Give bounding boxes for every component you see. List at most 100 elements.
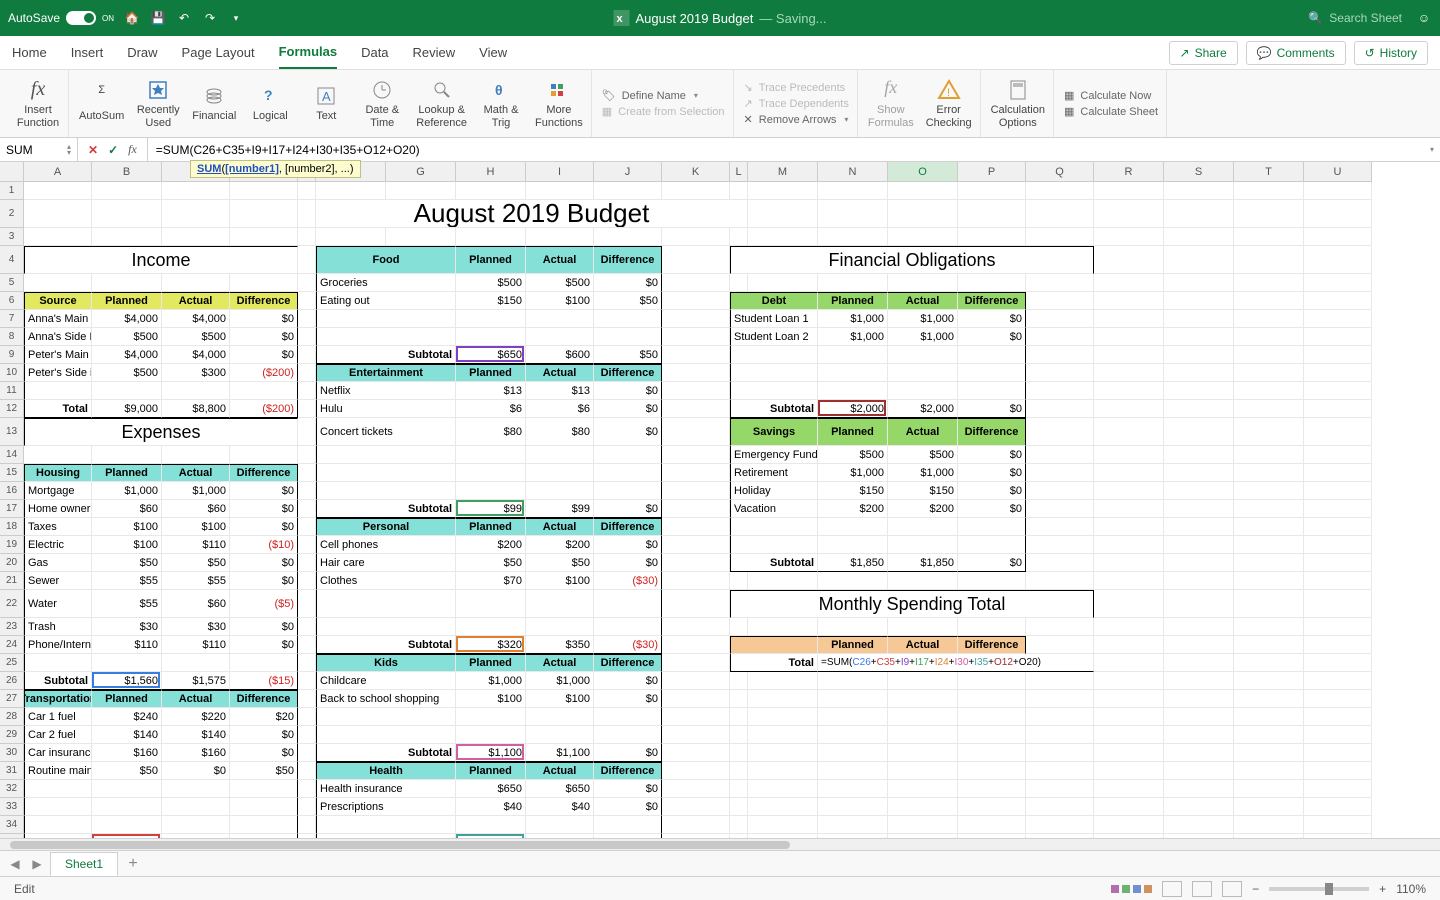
cell-U31[interactable] [1304, 762, 1372, 780]
cell-I16[interactable] [526, 482, 594, 500]
cell-T33[interactable] [1234, 798, 1304, 816]
cell-J3[interactable] [594, 228, 662, 246]
cell-M34[interactable] [748, 816, 818, 834]
cell-J21[interactable]: ($30) [594, 572, 662, 590]
cell-O20[interactable]: $1,850 [888, 554, 958, 572]
cell-B32[interactable] [92, 780, 162, 798]
cell-L16[interactable]: Holiday [730, 482, 818, 500]
cell-T17[interactable] [1234, 500, 1304, 518]
cell-F21[interactable]: Clothes [316, 572, 456, 590]
cell-K6[interactable] [662, 292, 730, 310]
sheet-area[interactable]: ABCDEFGHIJKLMNOPQRSTU 12August 2019 Budg… [0, 162, 1440, 838]
cell-D30[interactable]: $0 [230, 744, 298, 762]
cell-N18[interactable] [818, 518, 888, 536]
cell-T1[interactable] [1234, 182, 1304, 200]
cell-B7[interactable]: $4,000 [92, 310, 162, 328]
cell-U24[interactable] [1304, 636, 1372, 654]
cell-P5[interactable] [958, 274, 1026, 292]
cell-F15[interactable] [316, 464, 456, 482]
cell-L12[interactable]: Subtotal [730, 400, 818, 418]
cell-E7[interactable] [298, 310, 316, 328]
cell-E1[interactable] [298, 182, 316, 200]
cell-H29[interactable] [456, 726, 526, 744]
toggle-switch[interactable] [66, 11, 96, 25]
cell-S13[interactable] [1164, 418, 1234, 446]
cell-J1[interactable] [594, 182, 662, 200]
cell-H27[interactable]: $100 [456, 690, 526, 708]
cell-I28[interactable] [526, 708, 594, 726]
cell-B2[interactable] [92, 200, 162, 228]
tab-home[interactable]: Home [12, 36, 47, 69]
cell-B31[interactable]: $50 [92, 762, 162, 780]
autosum-button[interactable]: ΣAutoSum [79, 84, 124, 122]
cell-C33[interactable] [162, 798, 230, 816]
cell-S19[interactable] [1164, 536, 1234, 554]
cell-S31[interactable] [1164, 762, 1234, 780]
cell-I14[interactable] [526, 446, 594, 464]
cell-A22[interactable]: Water [24, 590, 92, 618]
cell-A21[interactable]: Sewer [24, 572, 92, 590]
cell-P16[interactable]: $0 [958, 482, 1026, 500]
cell-J34[interactable] [594, 816, 662, 834]
cell-I1[interactable] [526, 182, 594, 200]
cancel-icon[interactable]: ✕ [88, 143, 98, 157]
cell-F32[interactable]: Health insurance [316, 780, 456, 798]
cell-C25[interactable] [162, 654, 230, 672]
row-header-21[interactable]: 21 [0, 572, 24, 590]
cell-A14[interactable] [24, 446, 92, 464]
cell-I15[interactable] [526, 464, 594, 482]
cell-J26[interactable]: $0 [594, 672, 662, 690]
cell-E9[interactable] [298, 346, 316, 364]
row-header-18[interactable]: 18 [0, 518, 24, 536]
cell-M28[interactable] [748, 708, 818, 726]
show-formulas-button[interactable]: fxShow Formulas [868, 78, 914, 128]
cell-O3[interactable] [888, 228, 958, 246]
cell-N34[interactable] [818, 816, 888, 834]
cell-L24[interactable] [730, 636, 818, 654]
cell-B16[interactable]: $1,000 [92, 482, 162, 500]
cell-F10[interactable]: Entertainment [316, 364, 456, 382]
cell-M31[interactable] [748, 762, 818, 780]
sheet-tab-1[interactable]: Sheet1 [50, 852, 118, 876]
cell-E17[interactable] [298, 500, 316, 518]
cell-S4[interactable] [1164, 246, 1234, 274]
cell-J24[interactable]: ($30) [594, 636, 662, 654]
cell-L6[interactable]: Debt [730, 292, 818, 310]
cell-R11[interactable] [1094, 382, 1164, 400]
cell-S10[interactable] [1164, 364, 1234, 382]
cell-D6[interactable]: Difference [230, 292, 298, 310]
cell-U12[interactable] [1304, 400, 1372, 418]
row-header-17[interactable]: 17 [0, 500, 24, 518]
cell-S17[interactable] [1164, 500, 1234, 518]
cell-I21[interactable]: $100 [526, 572, 594, 590]
cell-P34[interactable] [958, 816, 1026, 834]
cell-N19[interactable] [818, 536, 888, 554]
cell-N3[interactable] [818, 228, 888, 246]
cell-K22[interactable] [662, 590, 730, 618]
cell-Q11[interactable] [1026, 382, 1094, 400]
cell-Q2[interactable] [1026, 200, 1094, 228]
cell-C20[interactable]: $50 [162, 554, 230, 572]
cell-D20[interactable]: $0 [230, 554, 298, 572]
cell-J15[interactable] [594, 464, 662, 482]
cell-J7[interactable] [594, 310, 662, 328]
row-header-6[interactable]: 6 [0, 292, 24, 310]
cell-I12[interactable]: $6 [526, 400, 594, 418]
cell-R33[interactable] [1094, 798, 1164, 816]
col-header-J[interactable]: J [594, 162, 662, 182]
cell-C1[interactable] [162, 182, 230, 200]
cell-J27[interactable]: $0 [594, 690, 662, 708]
cell-D2[interactable] [230, 200, 298, 228]
cell-T4[interactable] [1234, 246, 1304, 274]
cell-A34[interactable] [24, 816, 92, 834]
cell-F33[interactable]: Prescriptions [316, 798, 456, 816]
cell-C27[interactable]: Actual [162, 690, 230, 708]
cell-S15[interactable] [1164, 464, 1234, 482]
cell-N5[interactable] [818, 274, 888, 292]
cell-T18[interactable] [1234, 518, 1304, 536]
cell-A9[interactable]: Peter's Main Income [24, 346, 92, 364]
cell-U32[interactable] [1304, 780, 1372, 798]
cell-J6[interactable]: $50 [594, 292, 662, 310]
cell-S32[interactable] [1164, 780, 1234, 798]
cell-A30[interactable]: Car insurance [24, 744, 92, 762]
